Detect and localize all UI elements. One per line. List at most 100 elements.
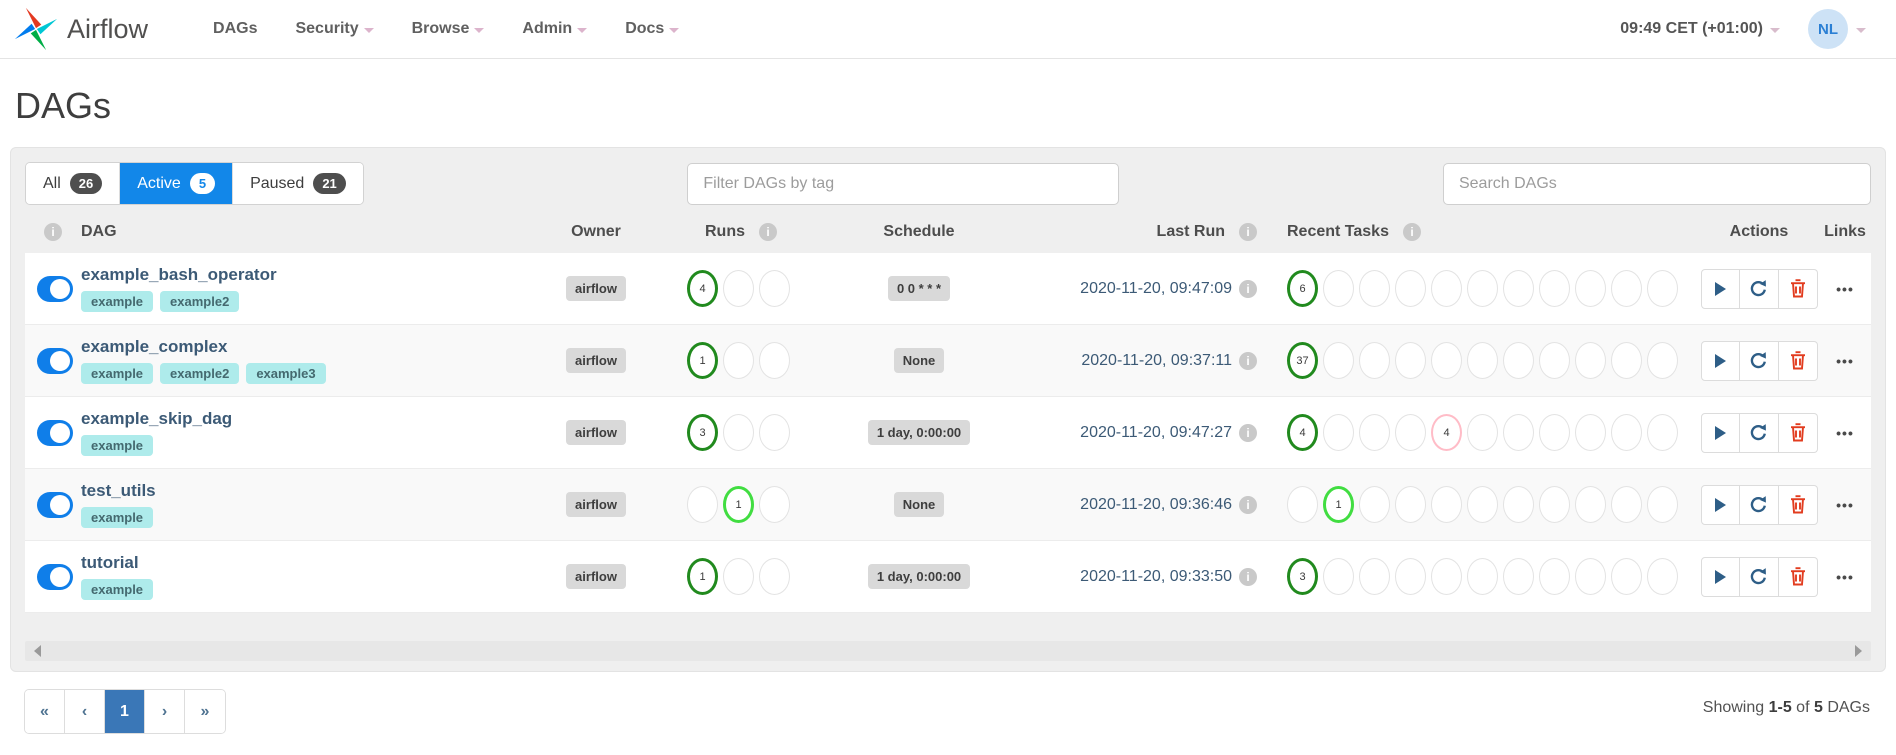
task-state-circle-empty[interactable] <box>1539 270 1570 307</box>
delete-dag-button[interactable] <box>1778 556 1818 597</box>
user-menu[interactable]: NL <box>1808 9 1866 49</box>
task-state-circle-empty[interactable] <box>1359 414 1390 451</box>
task-state-circle-skipped[interactable]: 4 <box>1431 414 1462 451</box>
timezone-selector[interactable]: 09:49 CET (+01:00) <box>1620 20 1780 38</box>
refresh-dag-button[interactable] <box>1739 484 1779 525</box>
trigger-dag-button[interactable] <box>1700 484 1740 525</box>
task-state-circle-empty[interactable] <box>1611 558 1642 595</box>
dag-pause-toggle[interactable] <box>37 347 73 374</box>
delete-dag-button[interactable] <box>1778 340 1818 381</box>
task-state-circle-success[interactable]: 4 <box>1287 414 1318 451</box>
last-run-datetime[interactable]: 2020-11-20, 09:33:50 <box>1080 568 1232 586</box>
run-state-circle-success[interactable]: 1 <box>687 342 718 379</box>
pagination-first-button[interactable]: « <box>25 690 65 733</box>
task-state-circle-empty[interactable] <box>1539 558 1570 595</box>
search-dags-input[interactable] <box>1442 162 1871 205</box>
task-state-circle-empty[interactable] <box>1611 486 1642 523</box>
scroll-left-icon[interactable] <box>34 645 41 657</box>
schedule-badge[interactable]: 0 0 * * * <box>887 276 951 301</box>
task-state-circle-empty[interactable] <box>1611 270 1642 307</box>
dag-name-link[interactable]: example_skip_dag <box>81 409 531 429</box>
run-state-circle-success[interactable]: 1 <box>687 558 718 595</box>
dag-pause-toggle[interactable] <box>37 563 73 590</box>
nav-item-docs[interactable]: Docs <box>625 20 680 38</box>
task-state-circle-empty[interactable] <box>1431 342 1462 379</box>
task-state-circle-empty[interactable] <box>1575 558 1606 595</box>
last-run-datetime[interactable]: 2020-11-20, 09:37:11 <box>1081 352 1232 370</box>
dag-links-button[interactable]: ••• <box>1830 424 1860 442</box>
task-state-circle-empty[interactable] <box>1539 486 1570 523</box>
task-state-circle-empty[interactable] <box>1539 414 1570 451</box>
dag-links-button[interactable]: ••• <box>1830 280 1860 298</box>
dag-links-button[interactable]: ••• <box>1830 352 1860 370</box>
refresh-dag-button[interactable] <box>1739 412 1779 453</box>
task-state-circle-empty[interactable] <box>1359 558 1390 595</box>
task-state-circle-empty[interactable] <box>1503 558 1534 595</box>
task-state-circle-empty[interactable] <box>1431 486 1462 523</box>
task-state-circle-empty[interactable] <box>1431 558 1462 595</box>
run-state-circle-empty[interactable] <box>759 558 790 595</box>
run-state-circle-running[interactable]: 1 <box>723 486 754 523</box>
task-state-circle-empty[interactable] <box>1323 558 1354 595</box>
schedule-badge[interactable]: None <box>893 492 945 517</box>
delete-dag-button[interactable] <box>1778 412 1818 453</box>
task-state-circle-empty[interactable] <box>1647 342 1678 379</box>
horizontal-scrollbar[interactable] <box>25 641 1871 661</box>
task-state-circle-empty[interactable] <box>1467 342 1498 379</box>
task-state-circle-empty[interactable] <box>1575 270 1606 307</box>
task-state-circle-empty[interactable] <box>1647 414 1678 451</box>
tab-paused[interactable]: Paused 21 <box>233 163 363 204</box>
task-state-circle-empty[interactable] <box>1287 486 1318 523</box>
task-state-circle-empty[interactable] <box>1539 342 1570 379</box>
task-state-circle-success[interactable]: 3 <box>1287 558 1318 595</box>
task-state-circle-empty[interactable] <box>1575 342 1606 379</box>
run-state-circle-empty[interactable] <box>759 342 790 379</box>
run-state-circle-success[interactable]: 3 <box>687 414 718 451</box>
dag-tag[interactable]: example <box>81 363 154 384</box>
task-state-circle-empty[interactable] <box>1359 486 1390 523</box>
dag-name-link[interactable]: tutorial <box>81 553 531 573</box>
run-state-circle-empty[interactable] <box>723 342 754 379</box>
dag-name-link[interactable]: test_utils <box>81 481 531 501</box>
refresh-dag-button[interactable] <box>1739 340 1779 381</box>
task-state-circle-empty[interactable] <box>1395 342 1426 379</box>
last-run-datetime[interactable]: 2020-11-20, 09:36:46 <box>1080 496 1232 514</box>
trigger-dag-button[interactable] <box>1700 268 1740 309</box>
last-run-datetime[interactable]: 2020-11-20, 09:47:09 <box>1080 280 1232 298</box>
task-state-circle-empty[interactable] <box>1323 342 1354 379</box>
task-state-circle-empty[interactable] <box>1467 486 1498 523</box>
task-state-circle-empty[interactable] <box>1503 486 1534 523</box>
task-state-circle-empty[interactable] <box>1395 414 1426 451</box>
schedule-badge[interactable]: 1 day, 0:00:00 <box>867 420 971 445</box>
dag-name-link[interactable]: example_bash_operator <box>81 265 531 285</box>
tab-all[interactable]: All 26 <box>26 163 121 204</box>
task-state-circle-success[interactable]: 37 <box>1287 342 1318 379</box>
task-state-circle-empty[interactable] <box>1503 270 1534 307</box>
task-state-circle-empty[interactable] <box>1467 414 1498 451</box>
schedule-badge[interactable]: None <box>893 348 945 373</box>
task-state-circle-empty[interactable] <box>1647 270 1678 307</box>
run-state-circle-success[interactable]: 4 <box>687 270 718 307</box>
dag-pause-toggle[interactable] <box>37 419 73 446</box>
nav-item-security[interactable]: Security <box>295 20 374 38</box>
task-state-circle-empty[interactable] <box>1323 270 1354 307</box>
last-run-datetime[interactable]: 2020-11-20, 09:47:27 <box>1080 424 1232 442</box>
dag-tag[interactable]: example <box>81 435 154 456</box>
task-state-circle-empty[interactable] <box>1611 414 1642 451</box>
tab-active[interactable]: Active 5 <box>120 163 234 204</box>
delete-dag-button[interactable] <box>1778 268 1818 309</box>
task-state-circle-empty[interactable] <box>1503 414 1534 451</box>
run-state-circle-empty[interactable] <box>687 486 718 523</box>
run-state-circle-empty[interactable] <box>759 486 790 523</box>
task-state-circle-running[interactable]: 1 <box>1323 486 1354 523</box>
run-state-circle-empty[interactable] <box>759 414 790 451</box>
task-state-circle-empty[interactable] <box>1395 486 1426 523</box>
trigger-dag-button[interactable] <box>1700 412 1740 453</box>
task-state-circle-empty[interactable] <box>1323 414 1354 451</box>
pagination-last-button[interactable]: » <box>185 690 225 733</box>
task-state-circle-empty[interactable] <box>1611 342 1642 379</box>
task-state-circle-empty[interactable] <box>1395 270 1426 307</box>
task-state-circle-empty[interactable] <box>1575 486 1606 523</box>
nav-item-admin[interactable]: Admin <box>522 20 588 38</box>
run-state-circle-empty[interactable] <box>723 414 754 451</box>
